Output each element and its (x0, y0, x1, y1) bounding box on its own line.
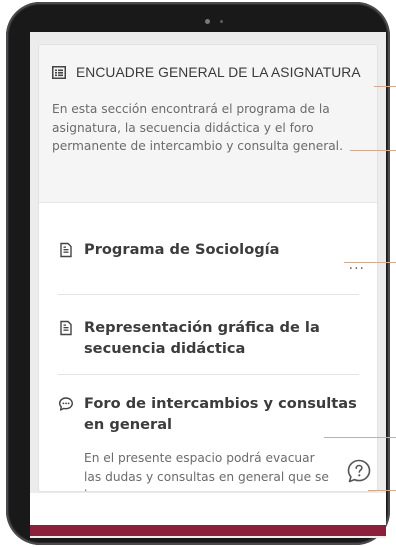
accent-footer-bar (30, 525, 386, 536)
section-title: ENCUADRE GENERAL DE LA ASIGNATURA (76, 65, 361, 80)
list-item-foro[interactable]: Foro de intercambios y consultas en gene… (58, 375, 359, 491)
section-title-row: ENCUADRE GENERAL DE LA ASIGNATURA (52, 65, 363, 80)
callout-line (374, 86, 396, 87)
callout-line (344, 262, 396, 263)
callout-line (350, 150, 396, 151)
camera-icon (205, 19, 210, 24)
item-description: En el presente espacio podrá evacuar las… (84, 451, 329, 491)
sensor-dot (220, 20, 223, 23)
question-bubble-icon (347, 459, 371, 483)
document-icon (60, 320, 72, 336)
item-label[interactable]: Programa de Sociología (84, 239, 280, 260)
callout-line (324, 437, 396, 438)
callout-line (368, 490, 396, 491)
chat-bubble-icon (59, 397, 73, 411)
bottom-toolbar (30, 493, 386, 525)
more-options-button[interactable]: ... (349, 257, 365, 273)
item-label[interactable]: Representación gráfica de la secuencia d… (84, 317, 359, 359)
tablet-frame: ENCUADRE GENERAL DE LA ASIGNATURA En est… (6, 2, 390, 545)
section-header: ENCUADRE GENERAL DE LA ASIGNATURA En est… (39, 45, 377, 203)
help-button[interactable] (346, 458, 372, 484)
section-description: En esta sección encontrará el programa d… (52, 102, 343, 153)
item-label[interactable]: Foro de intercambios y consultas en gene… (84, 393, 359, 435)
list-item-representacion[interactable]: Representación gráfica de la secuencia d… (58, 295, 359, 375)
section-card: ENCUADRE GENERAL DE LA ASIGNATURA En est… (38, 44, 378, 492)
list-icon (52, 66, 66, 79)
list-item-programa[interactable]: Programa de Sociología ... (58, 203, 364, 295)
document-icon (60, 242, 72, 258)
activity-list: Programa de Sociología ... Representació… (39, 203, 377, 491)
screen: ENCUADRE GENERAL DE LA ASIGNATURA En est… (30, 32, 386, 538)
